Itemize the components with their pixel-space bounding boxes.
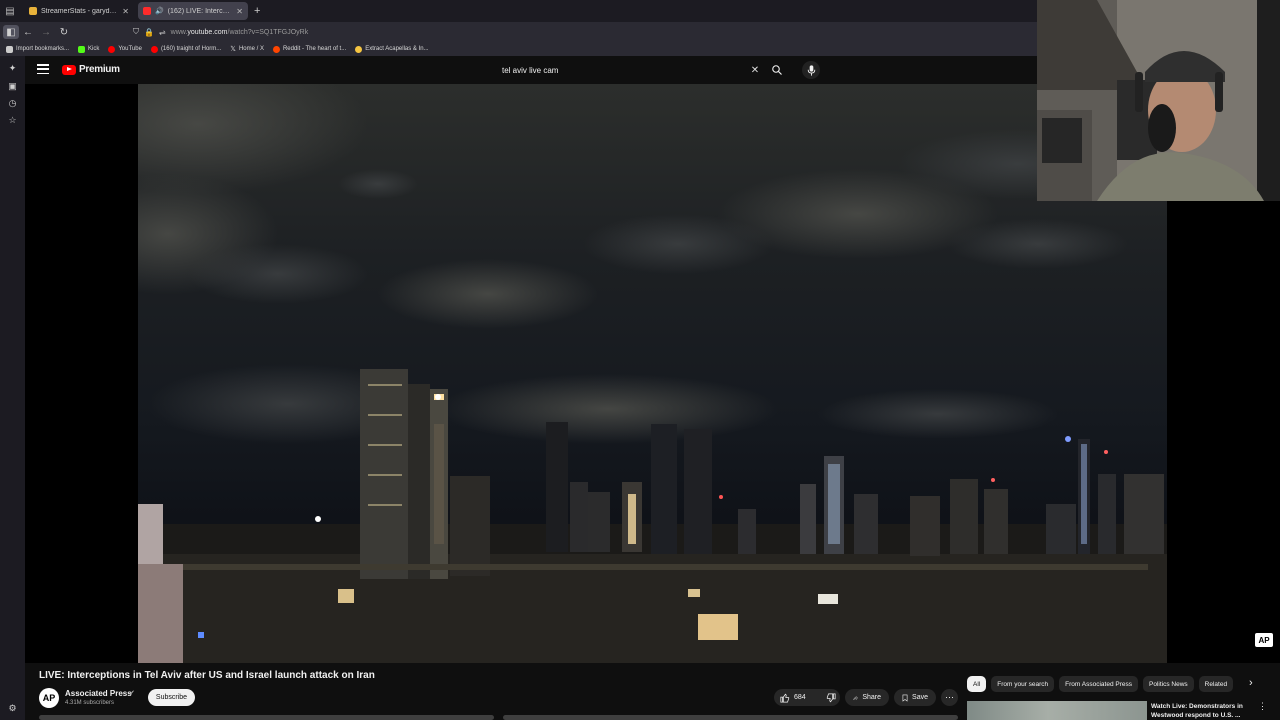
thumbs-down-icon (826, 692, 836, 702)
channel-name[interactable]: Associated Press (65, 689, 132, 698)
bookmark-x[interactable]: 𝕏 Home / X (230, 45, 264, 53)
streamer-webcam-overlay (1037, 0, 1280, 201)
search-button[interactable] (764, 60, 790, 80)
bookmark-kick[interactable]: Kick (78, 45, 99, 53)
speaker-icon[interactable]: 🔊 (155, 7, 164, 15)
microphone-icon (807, 64, 815, 76)
chip-all[interactable]: All (967, 676, 987, 692)
bookmark-reddit[interactable]: Reddit - The heart of t... (272, 45, 346, 53)
permissions-icon[interactable]: ⇌ (159, 28, 166, 37)
verified-icon: ✔ (129, 690, 135, 697)
back-icon[interactable]: ← (19, 23, 37, 41)
bookmark-hormuz[interactable]: (160) traight of Horm... (150, 45, 221, 53)
bookmark-import[interactable]: Import bookmarks... (6, 45, 69, 53)
share-icon (853, 695, 858, 700)
page: ▤ StreamerStats - garydavid Strea ✕ 🔊 (1… (0, 0, 1280, 720)
acapella-icon (355, 45, 363, 53)
search-input[interactable] (495, 60, 746, 80)
webcam-image (1037, 0, 1280, 201)
youtube-premium-logo[interactable]: Premium (62, 64, 120, 75)
thumbs-up-icon (780, 693, 790, 703)
new-tab-button[interactable]: + (254, 5, 260, 17)
comments-box-edge (503, 715, 958, 720)
tab-title: StreamerStats - garydavid Strea (41, 7, 118, 15)
hamburger-menu-icon[interactable] (37, 64, 49, 74)
subscriber-count: 4.31M subscribers (65, 700, 115, 706)
logo-text: Premium (79, 64, 120, 75)
chip-from-associated-press[interactable]: From Associated Press (1059, 676, 1138, 692)
more-vertical-icon[interactable]: ⋮ (1258, 701, 1267, 712)
streamerstats-favicon-icon (29, 7, 37, 15)
x-logo-icon: 𝕏 (230, 46, 236, 53)
customize-sidebar-icon[interactable]: ⚙ (6, 702, 19, 715)
save-label: Save (912, 694, 928, 701)
chip-related[interactable]: Related (1198, 676, 1234, 692)
dislike-button[interactable] (820, 689, 842, 706)
import-icon (6, 45, 13, 53)
tab-list-icon[interactable]: ▤ (0, 0, 20, 22)
bookmark-icon (902, 694, 908, 702)
save-button[interactable]: Save (894, 689, 936, 706)
reddit-icon (272, 45, 280, 53)
city-skyline-image (138, 84, 1167, 663)
like-button[interactable]: 684 (774, 689, 812, 706)
close-tab-icon[interactable]: ✕ (236, 7, 243, 16)
bookmark-youtube[interactable]: YouTube (108, 45, 142, 53)
lock-icon[interactable]: 🔒 (144, 28, 154, 37)
search-box: ✕ (495, 60, 790, 80)
like-dislike-group: 684 (774, 689, 840, 706)
youtube-favicon-icon (143, 7, 151, 15)
history-icon[interactable]: ◷ (6, 97, 19, 110)
bookmark-acapellas[interactable]: Extract Acapellas & In... (355, 45, 429, 53)
voice-search-button[interactable] (802, 61, 820, 79)
related-filter-chips: All From your search From Associated Pre… (967, 676, 1234, 692)
recommended-video-title[interactable]: Watch Live: Demonstrators in Westwood re… (1151, 702, 1249, 720)
channel-avatar[interactable]: AP (39, 688, 59, 708)
recommended-video-thumbnail[interactable] (967, 701, 1147, 720)
browser-sidebar: ✦ ▣ ◷ ☆ ⚙ (0, 56, 25, 720)
url-text[interactable]: www.youtube.com/watch?v=SQ1TFGJOyRk (171, 29, 309, 36)
share-label: Share (862, 694, 881, 701)
close-tab-icon[interactable]: ✕ (122, 7, 129, 16)
synced-tabs-icon[interactable]: ▣ (6, 80, 19, 93)
video-title: LIVE: Interceptions in Tel Aviv after US… (39, 670, 375, 681)
youtube-icon (150, 45, 158, 53)
ap-watermark-logo: AP (1255, 633, 1273, 647)
search-icon (772, 65, 782, 75)
browser-tab-streamerstats[interactable]: StreamerStats - garydavid Strea ✕ (24, 2, 134, 20)
browser-tab-youtube[interactable]: 🔊 (162) LIVE: Interceptions in ✕ (138, 2, 248, 20)
tab-title: (162) LIVE: Interceptions in (167, 7, 233, 15)
clear-search-icon[interactable]: ✕ (746, 65, 764, 76)
chip-from-your-search[interactable]: From your search (991, 676, 1055, 692)
bookmarks-icon[interactable]: ☆ (6, 114, 19, 127)
description-box-edge (39, 715, 494, 720)
sidebar-toggle-icon[interactable]: ◧ (3, 25, 19, 39)
like-count: 684 (794, 694, 806, 701)
kick-icon (78, 45, 86, 53)
chevron-right-icon[interactable]: › (1249, 677, 1253, 689)
chip-politics-news[interactable]: Politics News (1143, 676, 1194, 692)
address-bar[interactable]: ⛉ 🔒 ⇌ www.youtube.com/watch?v=SQ1TFGJOyR… (133, 27, 308, 37)
subscribe-button[interactable]: Subscribe (148, 689, 195, 706)
youtube-icon (108, 45, 116, 53)
forward-icon[interactable]: → (37, 23, 55, 41)
youtube-logo-icon (62, 64, 76, 75)
share-button[interactable]: Share (845, 689, 889, 706)
shield-icon[interactable]: ⛉ (133, 27, 139, 37)
ai-chat-icon[interactable]: ✦ (6, 62, 19, 75)
reload-icon[interactable]: ↻ (55, 23, 73, 41)
more-actions-button[interactable]: ⋯ (941, 689, 958, 706)
video-frame-tel-aviv-night-skyline[interactable] (138, 84, 1167, 663)
more-horizontal-icon: ⋯ (945, 692, 954, 702)
